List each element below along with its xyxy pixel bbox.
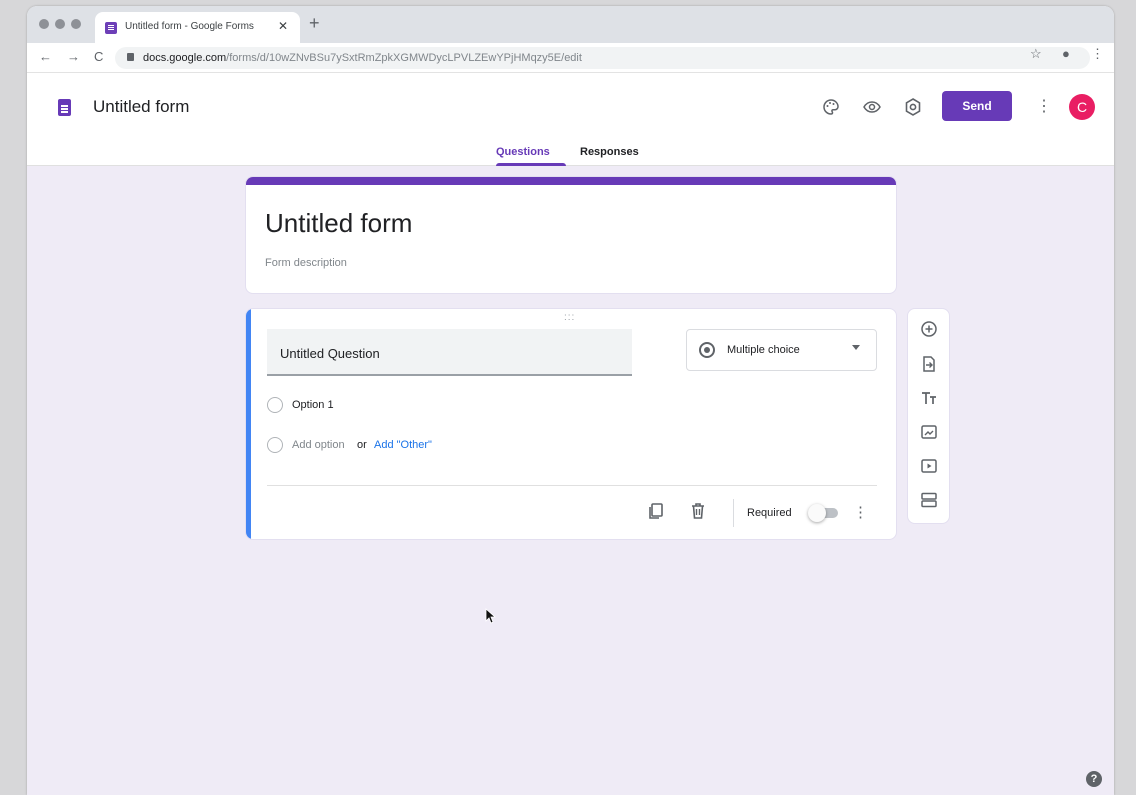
browser-window: Untitled form - Google Forms ✕ + ← → C d…: [27, 6, 1114, 795]
form-description-field[interactable]: Form description: [265, 257, 347, 269]
zoom-window-dot[interactable]: [71, 19, 81, 29]
tab-close-icon[interactable]: ✕: [278, 19, 288, 33]
mouse-cursor-icon: [485, 608, 497, 629]
browser-toolbar: ← → C docs.google.com/forms/d/10wZNvBSu7…: [27, 43, 1114, 73]
settings-gear-icon[interactable]: [902, 97, 924, 119]
star-icon[interactable]: ☆: [1030, 46, 1042, 62]
preview-eye-icon[interactable]: [861, 97, 883, 119]
profile-icon[interactable]: ●: [1062, 46, 1070, 61]
minimize-window-dot[interactable]: [55, 19, 65, 29]
forms-favicon-icon: [105, 22, 117, 34]
duplicate-icon[interactable]: [646, 501, 668, 523]
form-title-card[interactable]: Untitled form Form description: [245, 176, 897, 294]
required-toggle-knob[interactable]: [808, 504, 826, 522]
caret-down-icon: [852, 345, 860, 350]
active-card-indicator: [246, 309, 251, 539]
more-options-icon[interactable]: ⋮: [1036, 96, 1052, 116]
url-text: docs.google.com/forms/d/10wZNvBSu7ySxtRm…: [143, 52, 582, 64]
app-title[interactable]: Untitled form: [93, 97, 189, 117]
question-type-dropdown[interactable]: Multiple choice: [686, 329, 877, 371]
floating-toolbar: [907, 308, 950, 524]
send-button[interactable]: Send: [942, 91, 1012, 121]
option-radio-icon: [267, 397, 283, 413]
lock-icon: [127, 53, 134, 61]
forms-logo-icon[interactable]: [58, 99, 71, 116]
question-title-input[interactable]: Untitled Question: [267, 329, 632, 376]
question-more-icon[interactable]: ⋮: [853, 503, 868, 521]
radio-button-icon: [699, 342, 715, 358]
card-footer-divider: [267, 485, 877, 486]
add-section-icon[interactable]: [919, 490, 939, 510]
title-card-accent: [246, 177, 896, 185]
reload-icon[interactable]: C: [94, 49, 103, 64]
add-other-button[interactable]: Add "Other": [374, 439, 432, 451]
forms-header: Untitled form Send ⋮ C Questions Respons…: [27, 74, 1114, 166]
help-icon[interactable]: ?: [1086, 771, 1102, 787]
browser-tab[interactable]: Untitled form - Google Forms ✕: [95, 12, 300, 43]
browser-menu-icon[interactable]: ⋮: [1091, 46, 1104, 62]
tab-questions[interactable]: Questions: [496, 146, 550, 158]
question-card[interactable]: ::: Untitled Question Multiple choice Op…: [245, 308, 897, 540]
new-tab-button[interactable]: +: [309, 14, 320, 32]
add-video-icon[interactable]: [919, 456, 939, 476]
back-icon[interactable]: ←: [39, 49, 52, 64]
question-title-text: Untitled Question: [280, 346, 380, 361]
tab-strip: Untitled form - Google Forms ✕ +: [27, 6, 1114, 43]
option-1-input[interactable]: Option 1: [292, 399, 334, 411]
add-option-radio-icon: [267, 437, 283, 453]
palette-icon[interactable]: [820, 97, 842, 119]
drag-handle-icon[interactable]: :::: [564, 312, 575, 323]
required-label: Required: [747, 507, 792, 519]
tab-responses[interactable]: Responses: [580, 146, 639, 158]
close-window-dot[interactable]: [39, 19, 49, 29]
delete-trash-icon[interactable]: [688, 501, 710, 523]
or-text: or: [357, 439, 367, 451]
add-question-icon[interactable]: [919, 319, 939, 339]
question-type-label: Multiple choice: [727, 344, 800, 356]
avatar[interactable]: C: [1069, 94, 1095, 120]
address-bar[interactable]: docs.google.com/forms/d/10wZNvBSu7ySxtRm…: [115, 47, 1090, 69]
tab-title: Untitled form - Google Forms: [125, 21, 254, 32]
forward-icon[interactable]: →: [67, 49, 80, 64]
form-canvas: Untitled form Form description ::: Untit…: [27, 166, 1114, 795]
import-questions-icon[interactable]: [919, 354, 939, 374]
form-title[interactable]: Untitled form: [265, 208, 412, 239]
add-title-icon[interactable]: [919, 388, 939, 408]
add-image-icon[interactable]: [919, 422, 939, 442]
add-option-button[interactable]: Add option: [292, 439, 345, 451]
footer-vertical-divider: [733, 499, 734, 527]
